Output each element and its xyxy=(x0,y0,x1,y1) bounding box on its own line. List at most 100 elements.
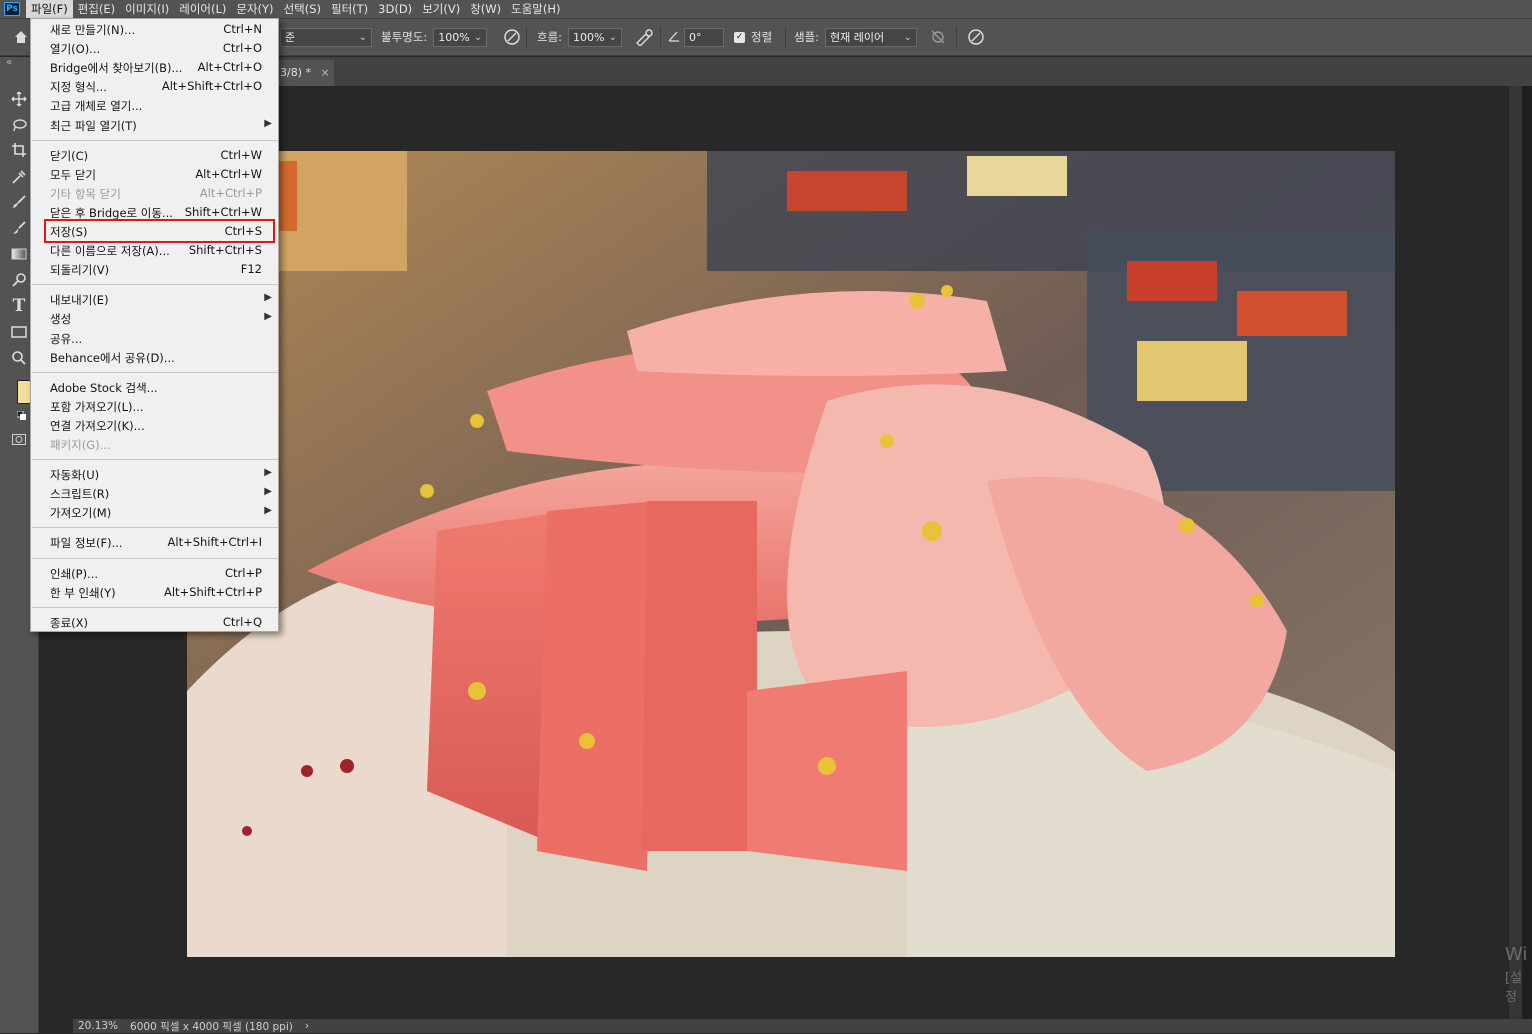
menu-item-shortcut: Alt+Shift+Ctrl+P xyxy=(163,584,262,599)
file-menu-item[interactable]: 인쇄(P)... Ctrl+P xyxy=(32,564,278,583)
menu-edit[interactable]: 편집(E) xyxy=(73,0,120,18)
mode-dropdown[interactable]: 준 ⌄ xyxy=(280,27,372,47)
file-menu-item[interactable]: 한 부 인쇄(Y) Alt+Shift+Ctrl+P xyxy=(32,583,278,602)
move-icon[interactable] xyxy=(9,89,29,109)
menu-item-shortcut: Alt+Ctrl+P xyxy=(199,185,262,200)
file-menu-item[interactable]: 종료(X) Ctrl+Q xyxy=(32,613,278,632)
angle-field[interactable]: 0° xyxy=(684,27,724,47)
menu-separator xyxy=(32,557,278,559)
clone-stamp-icon[interactable] xyxy=(9,218,29,238)
document-dimensions: 6000 픽셀 x 4000 픽셀 (180 ppi) xyxy=(130,1020,293,1033)
close-tab-icon[interactable]: × xyxy=(321,66,330,79)
menu-item-label: 공유... xyxy=(50,331,83,346)
file-menu-item[interactable]: 지정 형식... Alt+Shift+Ctrl+O xyxy=(32,77,278,96)
menu-item-label: 되돌리기(V) xyxy=(50,263,110,278)
file-menu-item[interactable]: Bridge에서 찾아보기(B)... Alt+Ctrl+O xyxy=(32,58,278,77)
menu-item-shortcut: Alt+Ctrl+W xyxy=(195,166,262,181)
menu-item-label: 종료(X) xyxy=(50,615,89,630)
file-menu-item[interactable]: 자동화(U) ▶ xyxy=(32,465,278,484)
menu-select[interactable]: 선택(S) xyxy=(279,0,326,18)
crop-icon[interactable] xyxy=(9,140,29,160)
pen-icon[interactable] xyxy=(9,270,29,290)
menu-item-label: 포함 가져오기(L)... xyxy=(50,399,144,414)
file-menu-item[interactable]: 고급 개체로 열기... xyxy=(32,96,278,115)
home-icon[interactable] xyxy=(14,19,28,55)
lasso-icon[interactable] xyxy=(9,115,29,135)
file-menu-item[interactable]: 새로 만들기(N)... Ctrl+N xyxy=(32,20,278,39)
airbrush-icon[interactable] xyxy=(634,19,654,55)
flow-field[interactable]: 100% ⌄ xyxy=(568,27,623,47)
panel-edge xyxy=(1522,86,1532,1019)
menu-item-label: 열기(O)... xyxy=(50,42,101,57)
pressure-size-icon[interactable] xyxy=(967,19,985,55)
status-menu-arrow[interactable]: › xyxy=(305,1020,309,1032)
menu-item-label: 생성 xyxy=(50,312,72,327)
eyedropper-icon[interactable] xyxy=(9,167,29,187)
file-menu-item[interactable]: 되돌리기(V) F12 xyxy=(32,260,278,279)
gradient-icon[interactable] xyxy=(9,244,29,264)
menu-item-shortcut: Shift+Ctrl+W xyxy=(184,204,262,219)
menu-layer[interactable]: 레이어(L) xyxy=(174,0,231,18)
sample-dropdown[interactable]: 현재 레이어 ⌄ xyxy=(825,27,918,47)
document-image[interactable] xyxy=(187,151,1395,957)
menu-item-shortcut: Ctrl+O xyxy=(222,41,262,56)
zoom-level[interactable]: 20.13% xyxy=(78,1020,118,1032)
type-icon[interactable]: T xyxy=(9,296,29,316)
rectangle-icon[interactable] xyxy=(9,322,29,342)
file-menu-item[interactable]: 최근 파일 열기(T) ▶ xyxy=(32,116,278,135)
menu-item-label: 가져오기(M) xyxy=(50,506,112,521)
file-menu-item[interactable]: 포함 가져오기(L)... xyxy=(32,397,278,416)
menu-item-label: 모두 닫기 xyxy=(50,167,96,182)
menu-item-shortcut: Ctrl+W xyxy=(220,147,262,162)
menu-bar: Ps 파일(F) 편집(E) 이미지(I) 레이어(L) 문자(Y) 선택(S)… xyxy=(0,0,1532,18)
file-menu-item[interactable]: 파일 정보(F)... Alt+Shift+Ctrl+I xyxy=(32,533,278,552)
opacity-field[interactable]: 100% ⌄ xyxy=(433,27,488,47)
file-menu-item[interactable]: 모두 닫기 Alt+Ctrl+W xyxy=(32,165,278,184)
divider xyxy=(660,27,661,47)
file-menu-item[interactable]: 공유... xyxy=(32,329,278,348)
menu-item-label: 패키지(G)... xyxy=(50,438,111,452)
swap-colors-icon[interactable] xyxy=(16,409,26,420)
align-checkbox[interactable]: ✓ xyxy=(734,31,745,43)
file-menu-item[interactable]: Adobe Stock 검색... xyxy=(32,378,278,397)
file-menu-item[interactable]: 다른 이름으로 저장(A)... Shift+Ctrl+S xyxy=(32,241,278,260)
menu-item-label: 한 부 인쇄(Y) xyxy=(50,585,116,600)
menu-window[interactable]: 창(W) xyxy=(465,0,506,18)
file-menu-item[interactable]: 생성 ▶ xyxy=(32,309,278,328)
ignore-adjustment-layers-icon[interactable] xyxy=(930,19,946,55)
file-menu-item[interactable]: 스크립트(R) ▶ xyxy=(32,484,278,503)
submenu-arrow-icon: ▶ xyxy=(264,486,272,498)
menu-separator xyxy=(32,527,278,529)
submenu-arrow-icon: ▶ xyxy=(264,467,272,479)
quick-mask-icon[interactable] xyxy=(12,434,26,445)
menu-image[interactable]: 이미지(I) xyxy=(120,0,174,18)
file-menu-item[interactable]: 기타 항목 닫기 Alt+Ctrl+P xyxy=(32,184,278,203)
menu-separator xyxy=(32,371,278,373)
menu-item-label: 인쇄(P)... xyxy=(50,566,99,581)
file-menu-item[interactable]: 연결 가져오기(K)... xyxy=(32,416,278,435)
file-menu-item[interactable]: 패키지(G)... xyxy=(32,435,278,454)
sample-label: 샘플: xyxy=(794,30,820,44)
file-menu-item[interactable]: 가져오기(M) ▶ xyxy=(32,503,278,522)
divider xyxy=(956,27,957,47)
zoom-icon[interactable] xyxy=(9,348,29,368)
menu-help[interactable]: 도움말(H) xyxy=(506,0,565,18)
menu-type[interactable]: 문자(Y) xyxy=(231,0,278,18)
menu-item-label: 연결 가져오기(K)... xyxy=(50,418,145,433)
menu-3d[interactable]: 3D(D) xyxy=(373,0,417,18)
chevron-down-icon: ⌄ xyxy=(903,31,913,43)
collapse-panel-icon[interactable]: « xyxy=(6,57,12,68)
menu-view[interactable]: 보기(V) xyxy=(417,0,465,18)
brush-icon[interactable] xyxy=(9,192,29,212)
file-menu-item[interactable]: 내보내기(E) ▶ xyxy=(32,290,278,309)
submenu-arrow-icon: ▶ xyxy=(264,117,272,129)
menu-file[interactable]: 파일(F) xyxy=(26,0,73,18)
menu-item-label: 닫기(C) xyxy=(50,148,89,163)
menu-item-shortcut: Alt+Shift+Ctrl+I xyxy=(167,535,262,550)
file-menu-item[interactable]: 열기(O)... Ctrl+O xyxy=(32,39,278,58)
document-tab[interactable]: 3/8) * × xyxy=(278,60,334,86)
file-menu-item[interactable]: 닫기(C) Ctrl+W xyxy=(32,146,278,165)
pressure-opacity-icon[interactable] xyxy=(503,19,521,55)
file-menu-item[interactable]: Behance에서 공유(D)... xyxy=(32,348,278,367)
menu-filter[interactable]: 필터(T) xyxy=(326,0,373,18)
